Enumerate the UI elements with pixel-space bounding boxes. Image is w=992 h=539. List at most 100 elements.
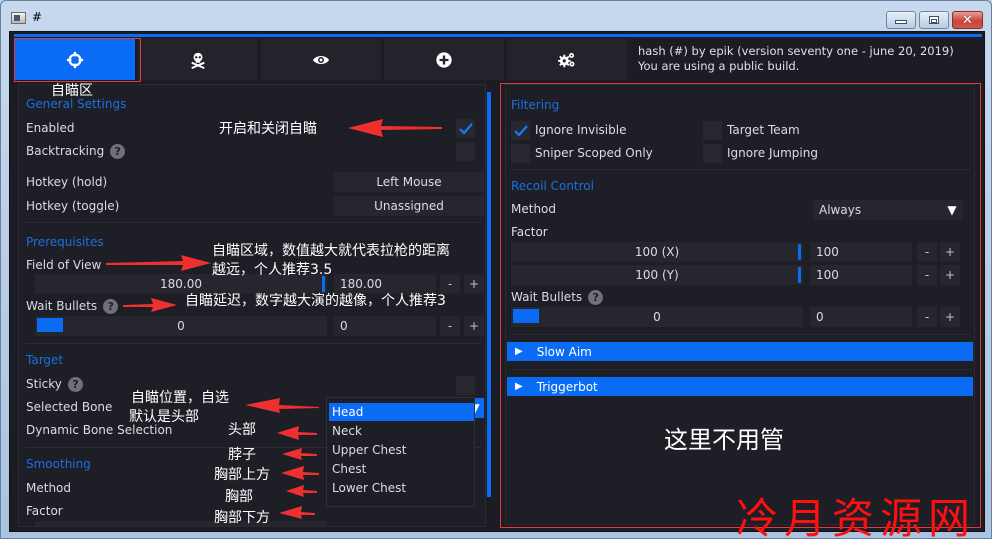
divider xyxy=(511,169,971,170)
wait-bullets-slider[interactable]: 0 xyxy=(35,316,327,336)
bone-option-neck[interactable]: Neck xyxy=(329,422,474,440)
recoil-wait-bullets-label: Wait Bullets? xyxy=(511,290,604,305)
backtracking-checkbox[interactable] xyxy=(456,142,475,161)
annotation-bone-line1: 自瞄位置，自选 xyxy=(131,390,229,406)
help-icon[interactable]: ? xyxy=(67,377,83,392)
bone-option-upper-chest[interactable]: Upper Chest xyxy=(329,441,474,459)
target-team-checkbox[interactable] xyxy=(703,121,722,140)
fov-increment-button[interactable]: + xyxy=(464,274,484,294)
hotkey-hold-label: Hotkey (hold) xyxy=(26,175,108,189)
recoil-y-decrement-button[interactable]: - xyxy=(917,265,937,285)
app-icon xyxy=(11,12,26,24)
build-text: You are using a public build. xyxy=(638,59,800,73)
annotation-lower-chest: 胸部下方 xyxy=(214,510,270,526)
section-recoil-control: Recoil Control xyxy=(511,179,594,193)
bone-dropdown-list: Head Neck Upper Chest Chest Lower Chest xyxy=(326,397,475,507)
minimize-button[interactable] xyxy=(886,11,916,29)
enabled-checkbox[interactable] xyxy=(456,119,475,138)
chevron-down-icon[interactable]: ▼ xyxy=(943,200,961,220)
annotation-ignore: 这里不用管 xyxy=(664,426,784,454)
recoil-y-slider[interactable]: 100 (Y) xyxy=(511,265,803,285)
tab-misc[interactable] xyxy=(384,39,504,80)
annotation-enabled: 开启和关闭自瞄 xyxy=(219,121,317,137)
recoil-method-dropdown[interactable]: Always xyxy=(813,200,963,220)
checkmark-icon xyxy=(458,122,473,135)
recoil-wait-increment-button[interactable]: + xyxy=(940,307,960,327)
checkmark-icon xyxy=(513,124,528,137)
fov-input[interactable]: 180.00 xyxy=(334,274,436,294)
window-title: # xyxy=(32,10,43,24)
maximize-button[interactable] xyxy=(919,11,949,29)
filter-recoil-panel: Filtering Ignore Invisible Target Team S… xyxy=(505,84,975,525)
selected-bone-label: Selected Bone xyxy=(26,400,113,414)
main-tabs xyxy=(15,39,627,81)
client-area: hash (#) by epik (version seventy one - … xyxy=(9,31,985,532)
ignore-invisible-checkbox[interactable] xyxy=(511,121,530,140)
ignore-jumping-label: Ignore Jumping xyxy=(727,146,818,160)
recoil-wait-decrement-button[interactable]: - xyxy=(917,307,937,327)
tab-esp[interactable] xyxy=(261,39,381,80)
fov-label: Field of View xyxy=(26,258,102,272)
recoil-x-decrement-button[interactable]: - xyxy=(917,242,937,262)
wait-bullets-slider-handle[interactable] xyxy=(37,318,63,332)
recoil-wait-bullets-slider-handle[interactable] xyxy=(513,309,539,323)
tab-visuals[interactable] xyxy=(138,39,258,80)
annotation-wait: 自瞄延迟，数字越大演的越像，个人推荐3 xyxy=(185,293,446,309)
smoothing-factor-slider[interactable] xyxy=(35,521,327,526)
recoil-x-slider[interactable]: 100 (X) xyxy=(511,242,803,262)
recoil-x-input[interactable]: 100 xyxy=(810,242,912,262)
recoil-y-slider-handle[interactable] xyxy=(798,267,801,283)
recoil-x-slider-handle[interactable] xyxy=(798,244,801,260)
expand-triangle-icon: ▶ xyxy=(515,381,523,392)
backtracking-text: Backtracking xyxy=(26,144,105,158)
backtracking-label: Backtracking? xyxy=(26,144,126,159)
recoil-wait-bullets-input[interactable]: 0 xyxy=(810,307,912,327)
recoil-wait-bullets-text: Wait Bullets xyxy=(511,290,583,304)
wait-bullets-label: Wait Bullets? xyxy=(26,299,119,314)
divider xyxy=(511,334,971,335)
version-text: hash (#) by epik (version seventy one - … xyxy=(638,44,954,58)
ignore-jumping-checkbox[interactable] xyxy=(703,144,722,163)
bone-option-chest[interactable]: Chest xyxy=(329,460,474,478)
left-panel-scrollbar[interactable] xyxy=(487,92,491,497)
sticky-label: Sticky? xyxy=(26,377,83,392)
slow-aim-label: Slow Aim xyxy=(536,344,592,359)
slow-aim-header[interactable]: ▶ Slow Aim xyxy=(507,342,973,361)
triggerbot-header[interactable]: ▶ Triggerbot xyxy=(507,377,973,396)
sticky-text: Sticky xyxy=(26,377,62,391)
annotation-tab-label: 自瞄区 xyxy=(51,83,93,99)
hotkey-hold-button[interactable]: Left Mouse xyxy=(334,172,484,192)
divider xyxy=(26,222,481,223)
help-icon[interactable]: ? xyxy=(103,299,119,314)
recoil-factor-label: Factor xyxy=(511,225,548,239)
tab-settings[interactable] xyxy=(507,39,627,80)
recoil-x-increment-button[interactable]: + xyxy=(940,242,960,262)
bone-option-lower-chest[interactable]: Lower Chest xyxy=(329,479,474,497)
ignore-invisible-label: Ignore Invisible xyxy=(535,123,627,137)
tab-aimbot[interactable] xyxy=(15,39,135,80)
wait-bullets-input[interactable]: 0 xyxy=(334,316,436,336)
smoothing-method-label: Method xyxy=(26,481,72,495)
section-filtering: Filtering xyxy=(511,98,560,112)
hotkey-toggle-button[interactable]: Unassigned xyxy=(334,196,484,216)
title-bar[interactable]: # ✕ xyxy=(1,1,991,31)
wait-bullets-text: Wait Bullets xyxy=(26,299,98,313)
bone-option-head[interactable]: Head xyxy=(329,403,474,421)
close-button[interactable]: ✕ xyxy=(952,11,983,29)
annotation-chest: 胸部 xyxy=(225,489,253,505)
recoil-wait-bullets-slider[interactable]: 0 xyxy=(511,307,803,327)
recoil-y-increment-button[interactable]: + xyxy=(940,265,960,285)
sticky-checkbox[interactable] xyxy=(456,376,475,395)
sniper-scoped-checkbox[interactable] xyxy=(511,144,530,163)
recoil-y-input[interactable]: 100 xyxy=(810,265,912,285)
section-smoothing: Smoothing xyxy=(26,457,91,471)
divider xyxy=(26,343,481,344)
smoothing-factor-label: Factor xyxy=(26,504,63,518)
triggerbot-label: Triggerbot xyxy=(536,379,598,394)
wait-bullets-decrement-button[interactable]: - xyxy=(440,316,460,336)
wait-bullets-increment-button[interactable]: + xyxy=(464,316,484,336)
enabled-label: Enabled xyxy=(26,121,75,135)
help-icon[interactable]: ? xyxy=(110,144,126,159)
fov-decrement-button[interactable]: - xyxy=(440,274,460,294)
help-icon[interactable]: ? xyxy=(588,290,604,305)
